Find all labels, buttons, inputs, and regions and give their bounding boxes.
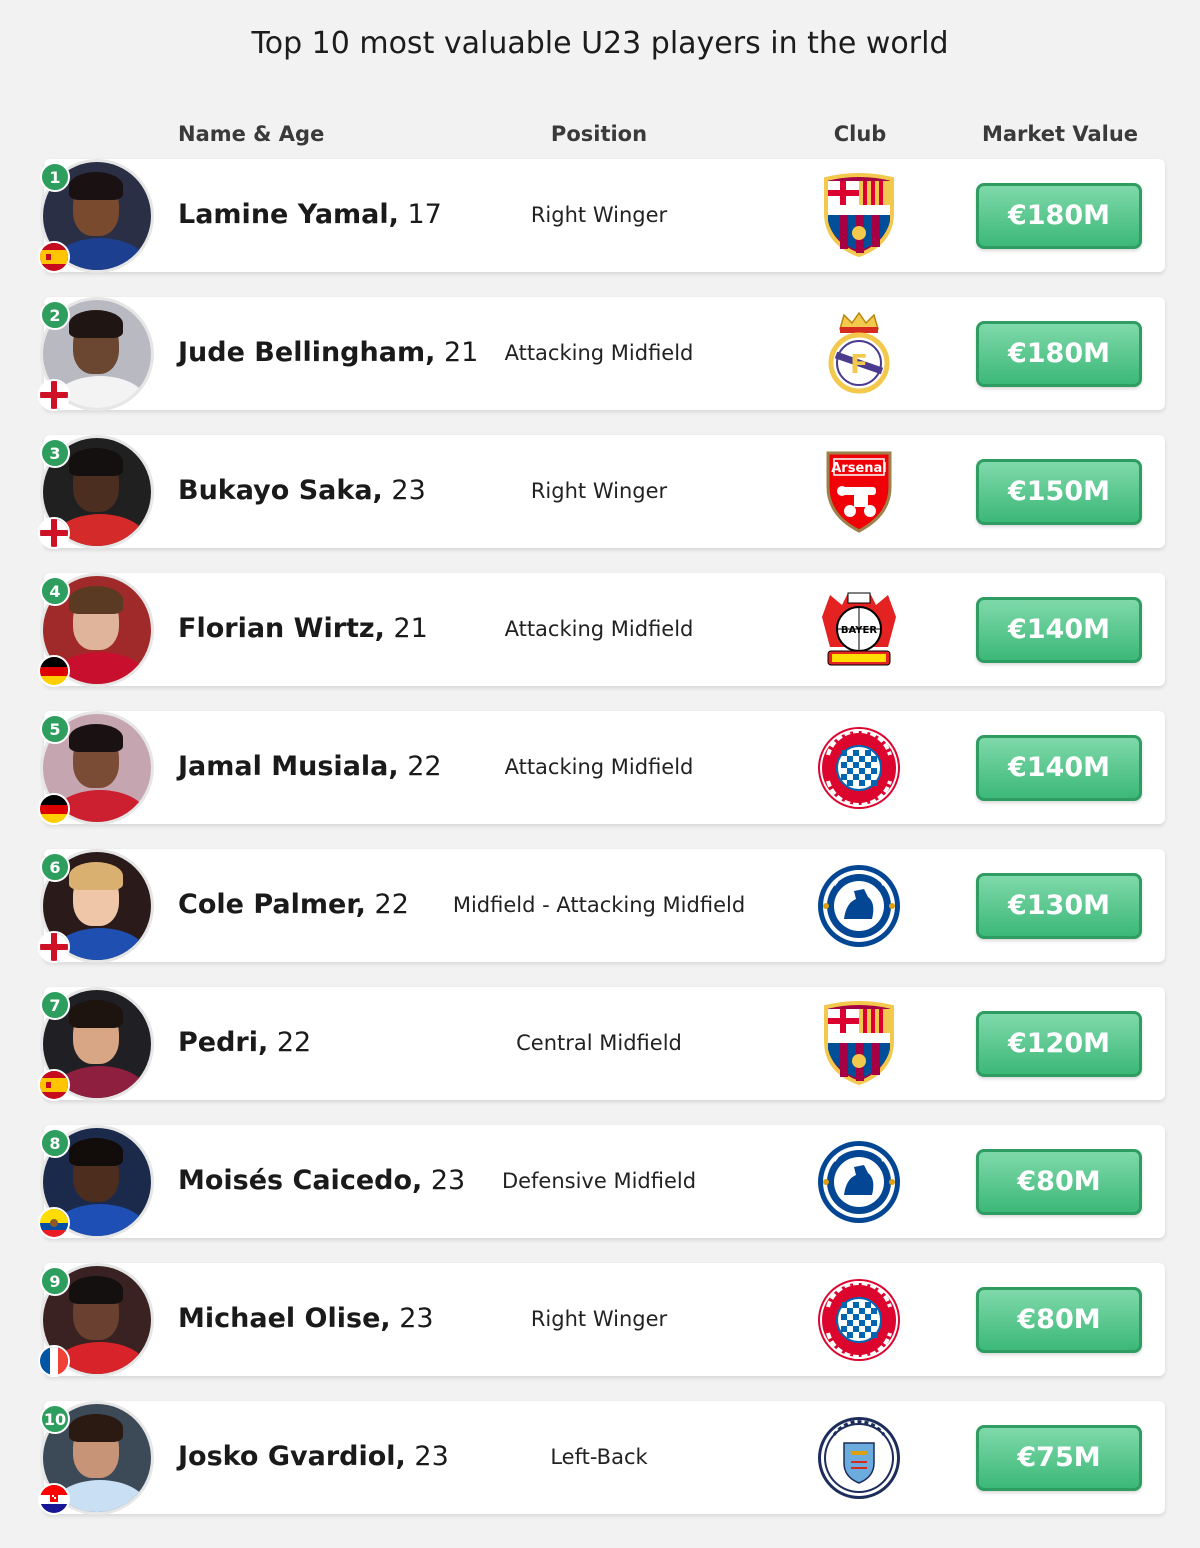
player-name-age: Lamine Yamal, 17 — [178, 199, 442, 230]
player-age: 23 — [414, 1441, 449, 1472]
player-age: 23 — [399, 1303, 434, 1334]
player-position: Attacking Midfield — [504, 341, 694, 365]
player-age: 21 — [393, 613, 428, 644]
barcelona-crest-icon — [814, 1001, 904, 1087]
market-value-badge: €80M — [976, 1287, 1142, 1353]
market-value-badge: €150M — [976, 459, 1142, 525]
table-row: 7 Pedri, 22 Central Midfield €120M — [38, 987, 1165, 1101]
table-row: 10 Josko Gvardiol, 23 Left-Back €75M — [38, 1401, 1165, 1515]
england-flag-icon — [38, 931, 70, 963]
table-row: 5 Jamal Musiala, 22 Attacking Midfield €140… — [38, 711, 1165, 825]
rank-badge: 10 — [40, 1404, 70, 1434]
rank-badge: 9 — [40, 1266, 70, 1296]
table-row: 2 Jude Bellingham, 21 Attacking Midfield F €… — [38, 297, 1165, 411]
page-title: Top 10 most valuable U23 players in the … — [251, 26, 949, 61]
player-name: Bukayo Saka, — [178, 475, 383, 506]
svg-text:Arsenal: Arsenal — [831, 461, 887, 476]
player-position: Attacking Midfield — [504, 617, 694, 641]
player-name-age: Jude Bellingham, 21 — [178, 337, 478, 368]
barcelona-crest-icon — [814, 173, 904, 259]
bayern-crest-icon — [814, 725, 904, 811]
player-name: Michael Olise, — [178, 1303, 391, 1334]
player-position: Right Winger — [530, 1307, 668, 1331]
player-name: Cole Palmer, — [178, 889, 366, 920]
germany-flag-icon — [38, 793, 70, 825]
player-name: Jude Bellingham, — [178, 337, 436, 368]
player-name: Pedri, — [178, 1027, 269, 1058]
player-name-age: Moisés Caicedo, 23 — [178, 1165, 465, 1196]
player-position: Right Winger — [530, 479, 668, 503]
market-value-badge: €75M — [976, 1425, 1142, 1491]
player-name-age: Jamal Musiala, 22 — [178, 751, 442, 782]
header-club: Club — [833, 122, 887, 146]
header-name-age: Name & Age — [178, 122, 325, 146]
rank-badge: 7 — [40, 990, 70, 1020]
player-name-age: Michael Olise, 23 — [178, 1303, 434, 1334]
market-value-badge: €140M — [976, 735, 1142, 801]
player-name-age: Cole Palmer, 22 — [178, 889, 409, 920]
player-name: Jamal Musiala, — [178, 751, 399, 782]
croatia-flag-icon — [38, 1483, 70, 1515]
market-value-badge: €180M — [976, 183, 1142, 249]
england-flag-icon — [38, 379, 70, 411]
player-name-age: Florian Wirtz, 21 — [178, 613, 428, 644]
player-position: Attacking Midfield — [504, 755, 694, 779]
rank-badge: 5 — [40, 714, 70, 744]
player-name-age: Josko Gvardiol, 23 — [178, 1441, 449, 1472]
chelsea-crest-icon — [814, 863, 904, 949]
market-value-badge: €130M — [976, 873, 1142, 939]
player-name: Moisés Caicedo, — [178, 1165, 423, 1196]
bayern-crest-icon — [814, 1277, 904, 1363]
rank-badge: 6 — [40, 852, 70, 882]
market-value-badge: €80M — [976, 1149, 1142, 1215]
germany-flag-icon — [38, 655, 70, 687]
rank-badge: 3 — [40, 438, 70, 468]
player-age: 17 — [407, 199, 442, 230]
real-madrid-crest-icon: F — [814, 311, 904, 397]
player-name-age: Pedri, 22 — [178, 1027, 311, 1058]
table-row: 6 Cole Palmer, 22 Midfield - Attacking Mid… — [38, 849, 1165, 963]
spain-flag-icon — [38, 241, 70, 273]
table-row: 1 Lamine Yamal, 17 Right Winger €180M — [38, 159, 1165, 273]
leverkusen-crest-icon: BAYER — [814, 587, 904, 673]
svg-text:BAYER: BAYER — [841, 625, 877, 636]
england-flag-icon — [38, 517, 70, 549]
player-age: 23 — [391, 475, 426, 506]
header-position: Position — [550, 122, 648, 146]
player-name: Lamine Yamal, — [178, 199, 399, 230]
player-age: 22 — [407, 751, 442, 782]
player-age: 22 — [374, 889, 409, 920]
player-name: Florian Wirtz, — [178, 613, 385, 644]
table-row: 4 Florian Wirtz, 21 Attacking Midfield BAYE… — [38, 573, 1165, 687]
player-position: Right Winger — [530, 203, 668, 227]
rank-badge: 2 — [40, 300, 70, 330]
ecuador-flag-icon — [38, 1207, 70, 1239]
player-name: Josko Gvardiol, — [178, 1441, 406, 1472]
player-position: Midfield - Attacking Midfield — [452, 893, 746, 917]
spain-flag-icon — [38, 1069, 70, 1101]
table-row: 3 Bukayo Saka, 23 Right Winger Arsenal €150M — [38, 435, 1165, 549]
player-age: 22 — [276, 1027, 312, 1058]
table-row: 8 Moisés Caicedo, 23 Defensive Midfield €80… — [38, 1125, 1165, 1239]
chelsea-crest-icon — [814, 1139, 904, 1225]
header-market-value: Market Value — [981, 122, 1139, 146]
player-position: Left-Back — [550, 1445, 648, 1469]
player-position: Defensive Midfield — [501, 1169, 697, 1193]
arsenal-crest-icon: Arsenal — [814, 449, 904, 535]
market-value-badge: €140M — [976, 597, 1142, 663]
table-row: 9 Michael Olise, 23 Right Winger €80M — [38, 1263, 1165, 1377]
rank-badge: 1 — [40, 162, 70, 192]
rank-badge: 8 — [40, 1128, 70, 1158]
france-flag-icon — [38, 1345, 70, 1377]
rank-badge: 4 — [40, 576, 70, 606]
market-value-badge: €180M — [976, 321, 1142, 387]
player-name-age: Bukayo Saka, 23 — [178, 475, 426, 506]
market-value-badge: €120M — [976, 1011, 1142, 1077]
svg-text:F: F — [850, 350, 868, 380]
manchester-city-crest-icon — [814, 1415, 904, 1501]
player-position: Central Midfield — [516, 1031, 682, 1055]
